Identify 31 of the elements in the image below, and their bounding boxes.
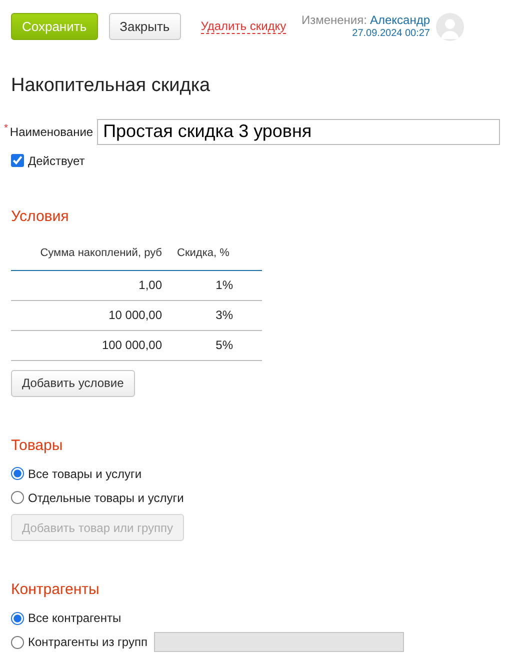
required-mark: *	[4, 122, 8, 136]
table-cell: 1%	[177, 270, 262, 300]
radio-button[interactable]	[11, 636, 24, 648]
column-header: Скидка, %	[177, 245, 262, 270]
radio-label: Все товары и услуги	[28, 466, 142, 482]
table-cell: 1,00	[11, 270, 177, 300]
close-button[interactable]: Закрыть	[108, 13, 181, 40]
field-label: Наименование	[10, 124, 94, 140]
section-heading: Товары	[11, 436, 64, 456]
change-time: 27.09.2024 00:27	[352, 27, 430, 41]
name-field[interactable]: Простая скидка 3 уровня	[97, 118, 500, 144]
radio-button[interactable]	[11, 612, 24, 624]
radio-label: Все контрагенты	[28, 610, 122, 627]
section-heading: Условия	[11, 206, 70, 226]
radio-button[interactable]	[11, 491, 24, 504]
add-condition-button[interactable]: Добавить условие	[11, 370, 135, 396]
column-header: Сумма накоплений, руб	[11, 245, 177, 270]
changes-label: Изменения:	[301, 13, 367, 27]
section-heading: Контрагенты	[11, 580, 100, 600]
radio-label: Контрагенты из групп	[28, 634, 148, 651]
table-cell: 100 000,00	[11, 330, 177, 360]
active-checkbox[interactable]	[11, 154, 24, 167]
table-cell: 10 000,00	[11, 300, 177, 330]
table-cell: 5%	[177, 330, 262, 360]
radio-label: Отдельные товары и услуги	[28, 490, 184, 506]
table-cell: 3%	[177, 300, 262, 330]
page-title: Накопительная скидка	[11, 74, 212, 98]
checkbox-label: Действует	[28, 152, 85, 170]
delete-link[interactable]: Удалить скидку	[200, 19, 286, 34]
user-link[interactable]: Александр	[370, 13, 430, 27]
radio-button[interactable]	[11, 467, 24, 480]
